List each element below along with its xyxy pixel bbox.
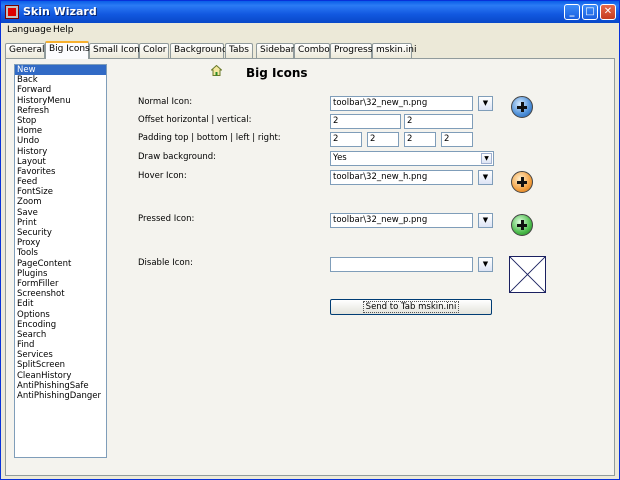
maximize-button[interactable]: □ [582, 4, 598, 20]
normal-icon-preview-icon [511, 96, 533, 118]
list-item[interactable]: Search [15, 330, 106, 340]
list-item[interactable]: Home [15, 126, 106, 136]
list-item[interactable]: Undo [15, 136, 106, 146]
list-item[interactable]: Stop [15, 116, 106, 126]
list-item[interactable]: FontSize [15, 187, 106, 197]
normal-icon-label: Normal Icon: [138, 97, 193, 107]
list-item[interactable]: Proxy [15, 238, 106, 248]
big-icons-panel: New Back Forward HistoryMenu Refresh Stop Home… [5, 58, 615, 476]
tab-general[interactable]: General [5, 43, 45, 58]
list-item[interactable]: Save [15, 208, 106, 218]
list-item[interactable]: Print [15, 218, 106, 228]
close-button[interactable]: ✕ [600, 4, 616, 20]
menu-bar: Language Help [1, 23, 619, 39]
tab-big-icons[interactable]: Big Icons [45, 41, 90, 59]
menu-help[interactable]: Help [53, 25, 74, 35]
tab-small-icons[interactable]: Small Icons [89, 43, 144, 58]
home-icon [211, 65, 222, 76]
offset-vertical-input[interactable]: 2 [404, 114, 473, 129]
tab-background[interactable]: Background [170, 43, 228, 58]
offset-label: Offset horizontal | vertical: [138, 115, 252, 125]
normal-icon-dropdown-button[interactable]: ▼ [478, 96, 493, 111]
padding-right-input[interactable]: 2 [441, 132, 473, 147]
list-item[interactable]: AntiPhishingDanger [15, 391, 106, 401]
minimize-button[interactable]: _ [564, 4, 580, 20]
padding-left-input[interactable]: 2 [404, 132, 436, 147]
list-item[interactable]: Plugins [15, 269, 106, 279]
send-to-mskin-ini-button[interactable]: Send to Tab mskin.ini [330, 299, 492, 315]
list-item[interactable]: History [15, 147, 106, 157]
app-icon [5, 5, 19, 19]
window-title: Skin Wizard [23, 5, 97, 18]
draw-background-label: Draw background: [138, 152, 217, 162]
disable-icon-combo[interactable] [330, 257, 473, 272]
hover-icon-preview-icon [511, 171, 533, 193]
hover-icon-combo[interactable]: toolbar\32_new_h.png [330, 170, 473, 185]
pressed-icon-dropdown-button[interactable]: ▼ [478, 213, 493, 228]
list-item[interactable]: Tools [15, 248, 106, 258]
hover-icon-dropdown-button[interactable]: ▼ [478, 170, 493, 185]
list-item[interactable]: Forward [15, 85, 106, 95]
list-item[interactable]: SplitScreen [15, 360, 106, 370]
list-item[interactable]: Options [15, 310, 106, 320]
icon-list[interactable]: New Back Forward HistoryMenu Refresh Stop Home… [14, 64, 107, 458]
list-item[interactable]: Security [15, 228, 106, 238]
list-item[interactable]: Encoding [15, 320, 106, 330]
disable-icon-dropdown-button[interactable]: ▼ [478, 257, 493, 272]
list-item[interactable]: AntiPhishingSafe [15, 381, 106, 391]
list-item[interactable]: Layout [15, 157, 106, 167]
list-item[interactable]: Zoom [15, 197, 106, 207]
tab-combo[interactable]: Combo [294, 43, 330, 58]
chevron-down-icon[interactable]: ▼ [481, 153, 492, 164]
tab-mskin-ini[interactable]: mskin.ini [372, 43, 416, 58]
hover-icon-label: Hover Icon: [138, 171, 187, 181]
draw-background-select[interactable]: Yes ▼ [330, 151, 494, 166]
list-item[interactable]: Find [15, 340, 106, 350]
tab-sidebar[interactable]: Sidebar [256, 43, 294, 58]
tab-color[interactable]: Color [139, 43, 169, 58]
title-bar[interactable]: Skin Wizard _ □ ✕ [1, 1, 619, 23]
list-item[interactable]: PageContent [15, 259, 106, 269]
disable-icon-label: Disable Icon: [138, 258, 193, 268]
padding-label: Padding top | bottom | left | right: [138, 133, 281, 143]
tab-progress[interactable]: Progress [330, 43, 372, 58]
padding-bottom-input[interactable]: 2 [367, 132, 399, 147]
list-item[interactable]: New [15, 65, 106, 76]
list-item[interactable]: Feed [15, 177, 106, 187]
disable-icon-placeholder-icon [509, 256, 546, 293]
skin-wizard-window: Skin Wizard _ □ ✕ Language Help General … [0, 0, 620, 480]
pressed-icon-combo[interactable]: toolbar\32_new_p.png [330, 213, 473, 228]
list-item[interactable]: FormFiller [15, 279, 106, 289]
list-item[interactable]: Services [15, 350, 106, 360]
list-item[interactable]: Edit [15, 299, 106, 309]
send-button-label: Send to Tab mskin.ini [362, 301, 460, 313]
padding-top-input[interactable]: 2 [330, 132, 362, 147]
normal-icon-combo[interactable]: toolbar\32_new_n.png [330, 96, 473, 111]
list-item[interactable]: HistoryMenu [15, 96, 106, 106]
list-item[interactable]: Screenshot [15, 289, 106, 299]
offset-horizontal-input[interactable]: 2 [330, 114, 401, 129]
menu-language[interactable]: Language [7, 25, 51, 35]
list-item[interactable]: Refresh [15, 106, 106, 116]
page-title: Big Icons [246, 66, 308, 80]
list-item[interactable]: CleanHistory [15, 371, 106, 381]
pressed-icon-preview-icon [511, 214, 533, 236]
pressed-icon-label: Pressed Icon: [138, 214, 195, 224]
list-item[interactable]: Favorites [15, 167, 106, 177]
draw-background-value: Yes [333, 153, 347, 163]
list-item[interactable]: Back [15, 75, 106, 85]
tab-tabs[interactable]: Tabs [225, 43, 253, 58]
